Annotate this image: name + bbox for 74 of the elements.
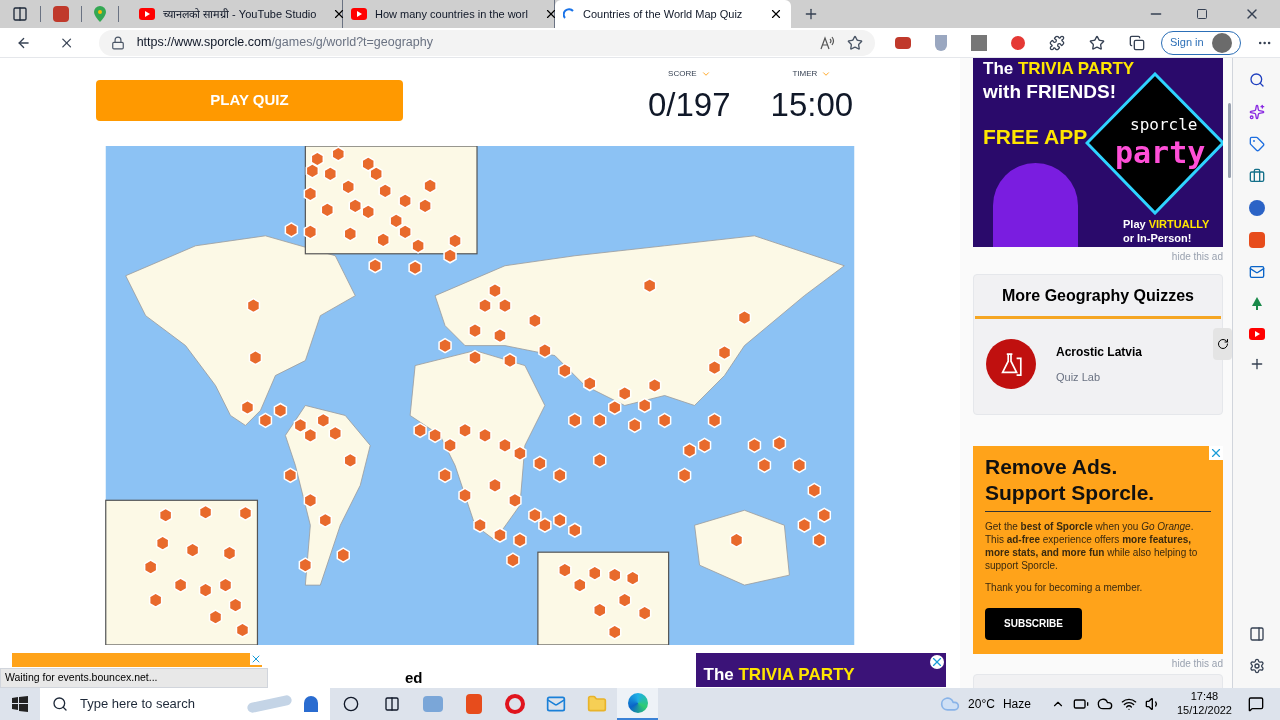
status-bar: Waiting for events.bouncex.net... xyxy=(0,668,268,688)
ad-body: Get the best of Sporcle when you Go Orange. This ad-free experience offers more features, more stats, and more fun while also helping to support Sporcle. xyxy=(985,519,1199,572)
refresh-icon xyxy=(1216,338,1229,350)
quiz-category: Quiz Lab xyxy=(1056,369,1102,385)
avatar-icon xyxy=(1211,32,1232,53)
play-icon xyxy=(351,8,367,20)
play-icon[interactable] xyxy=(1248,328,1265,340)
ad-text: sporcle xyxy=(1130,114,1198,136)
ad-text: Play VIRTUALLY xyxy=(1123,218,1210,232)
tab-title: Countries of the World Map Quiz xyxy=(583,6,743,22)
heading-text: ed xyxy=(405,668,423,688)
task-view-icon[interactable] xyxy=(383,696,400,712)
browser-tab[interactable]: Countries of the World Map Quiz xyxy=(555,0,791,28)
tab-title: How many countries in the worl xyxy=(375,6,528,22)
maximize-icon[interactable] xyxy=(1196,8,1208,20)
stat-value: 15:00 xyxy=(770,88,854,121)
stat-label: TIMER xyxy=(792,68,832,80)
battery-icon[interactable] xyxy=(1072,696,1089,712)
weather-text: Haze xyxy=(1002,696,1031,713)
add-favorite-icon[interactable] xyxy=(847,34,864,51)
url-text: https://www.sporcle.com/games/g/world?t=geography xyxy=(136,34,433,52)
ad-text: FREE APP xyxy=(983,124,1088,150)
quiz-title: Acrostic Latvia xyxy=(1056,343,1143,361)
lock-icon xyxy=(110,35,125,50)
refresh-button[interactable] xyxy=(1213,328,1232,360)
play-icon xyxy=(139,8,155,20)
tab-actions-icon[interactable] xyxy=(12,6,28,22)
mail-icon[interactable] xyxy=(1248,264,1265,280)
settings-icon[interactable] xyxy=(1248,658,1265,674)
stat-label: SCORE xyxy=(668,68,711,80)
weather-icon xyxy=(940,694,961,714)
loading-spinner-icon xyxy=(563,8,575,20)
ad-text: or In-Person! xyxy=(1123,231,1193,246)
tag-icon[interactable] xyxy=(1248,136,1265,152)
taskbar-search-field[interactable]: Type here to search xyxy=(40,688,330,720)
cloud-icon[interactable] xyxy=(1096,696,1113,712)
wifi-icon[interactable] xyxy=(1120,696,1137,712)
mail-icon[interactable] xyxy=(545,694,566,714)
ad-text: Thank you for becoming a member. xyxy=(985,580,1144,595)
sidebar-toggle-icon[interactable] xyxy=(1248,626,1265,642)
beanie-icon xyxy=(304,696,318,712)
clock-time[interactable]: 17:48 xyxy=(1190,690,1219,704)
windows-start-icon[interactable] xyxy=(12,696,28,712)
scrollbar-thumb[interactable] xyxy=(1228,103,1231,178)
briefcase-icon[interactable] xyxy=(1248,168,1265,184)
ad-title: Remove Ads. Support Sporcle. xyxy=(985,454,1211,512)
stat-value: 0/197 xyxy=(648,88,731,121)
opera-icon[interactable] xyxy=(504,694,525,714)
search-icon[interactable] xyxy=(1248,72,1265,88)
flask-icon xyxy=(986,339,1036,389)
close-icon[interactable] xyxy=(929,655,944,669)
address-field[interactable]: https://www.sporcle.com/games/g/world?t=geography xyxy=(98,29,876,56)
collections-icon[interactable] xyxy=(1129,34,1146,51)
temperature-text: 20°C xyxy=(968,696,995,713)
circle-icon[interactable] xyxy=(342,696,359,712)
new-tab-icon[interactable] xyxy=(803,6,819,22)
extensions-icon[interactable] xyxy=(1049,34,1066,51)
sparkle-icon[interactable] xyxy=(1248,104,1265,120)
clock-date[interactable]: 15/12/2022 xyxy=(1176,704,1232,718)
search-icon xyxy=(52,696,68,712)
tab-title: च्यानलको सामग्री - YouTube Studio xyxy=(163,6,317,22)
edge-icon[interactable] xyxy=(627,693,648,713)
ad-text: The TRIVIA PARTY xyxy=(983,58,1135,80)
ad-text: The TRIVIA PARTY xyxy=(703,663,855,686)
search-placeholder: Type here to search xyxy=(80,695,195,714)
subscribe-button[interactable]: SUBSCRIBE xyxy=(985,607,1082,640)
favorites-icon[interactable] xyxy=(1089,34,1106,51)
ad-text: party xyxy=(1115,134,1206,172)
notifications-icon[interactable] xyxy=(1248,696,1264,712)
card-title: More Geography Quizzes xyxy=(975,275,1221,319)
close-icon[interactable] xyxy=(769,7,783,21)
ad-text: with FRIENDS! xyxy=(983,80,1116,104)
quiz-list-item[interactable]: Acrostic Latvia Quiz Lab xyxy=(974,333,1202,395)
read-aloud-icon[interactable] xyxy=(819,34,836,51)
